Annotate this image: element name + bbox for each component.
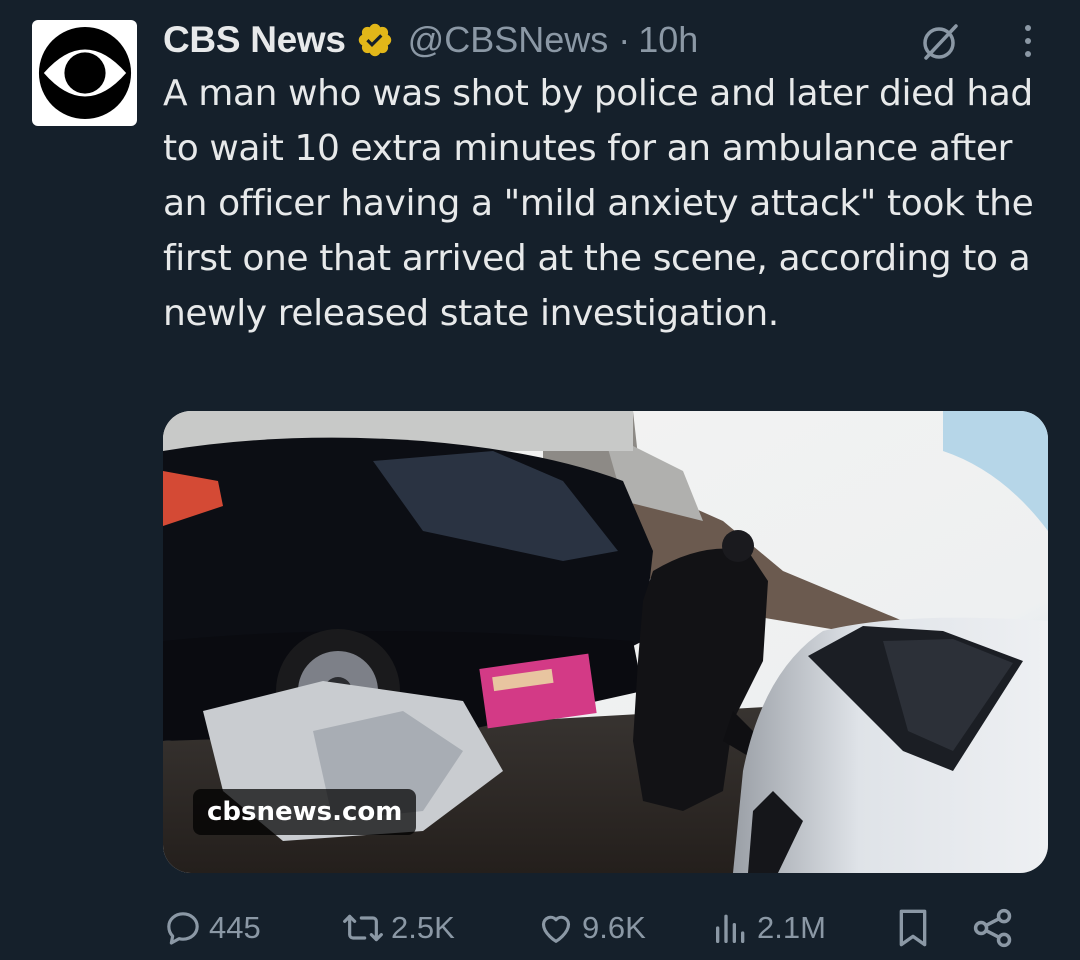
author-handle[interactable]: @CBSNews — [408, 19, 609, 61]
media-source-label: cbsnews.com — [193, 789, 417, 835]
bookmark-button[interactable] — [893, 900, 939, 956]
avatar[interactable] — [32, 20, 137, 126]
reply-count: 445 — [209, 910, 261, 945]
views-count: 2.1M — [757, 910, 826, 945]
share-button[interactable] — [971, 900, 1021, 956]
tweet-header: CBS News @CBSNews · 10h — [163, 18, 698, 62]
repost-icon — [343, 914, 383, 942]
more-options-icon[interactable] — [1008, 18, 1048, 64]
share-icon — [973, 908, 1012, 948]
like-button[interactable]: 9.6K — [536, 900, 646, 956]
grok-icon[interactable] — [918, 20, 962, 64]
cbs-eye-logo-icon — [38, 26, 131, 120]
tweet-media[interactable]: cbsnews.com — [163, 411, 1048, 873]
verified-badge-icon[interactable] — [356, 21, 394, 59]
tweet-actions: 445 2.5K 9.6K 2.1M — [163, 900, 1033, 956]
like-count: 9.6K — [582, 910, 646, 945]
repost-count: 2.5K — [391, 910, 455, 945]
tweet-time[interactable]: 10h — [638, 19, 698, 61]
reply-icon — [167, 912, 199, 945]
tweet-text: A man who was shot by police and later d… — [163, 73, 1034, 334]
views-chart-icon — [716, 914, 745, 943]
meta-separator: · — [618, 19, 631, 60]
bookmark-icon — [899, 909, 927, 947]
heart-icon — [541, 915, 571, 943]
author-name[interactable]: CBS News — [163, 19, 346, 61]
views-button[interactable]: 2.1M — [711, 900, 826, 956]
repost-button[interactable]: 2.5K — [341, 900, 455, 956]
reply-button[interactable]: 445 — [163, 900, 261, 956]
